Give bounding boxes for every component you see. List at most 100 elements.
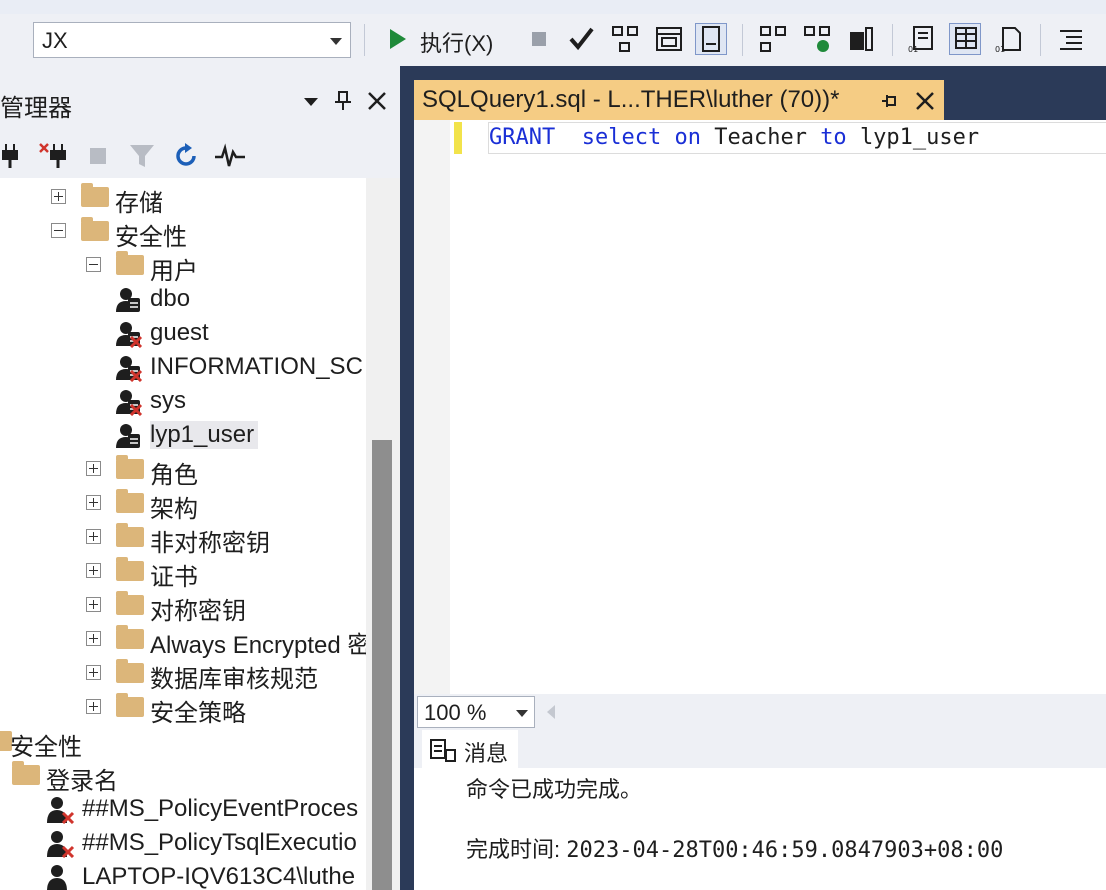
query-editor[interactable]: GRANT select on Teacher to lyp1_user: [414, 120, 1106, 694]
object-explorer-title: 管理器: [0, 95, 72, 122]
tree-folder-item[interactable]: 安全性: [0, 724, 366, 761]
expand-icon[interactable]: [86, 563, 101, 578]
tree-item-label: 用户: [150, 258, 198, 285]
close-tab-icon[interactable]: [914, 90, 936, 112]
code-keyword-on: on: [674, 125, 701, 150]
tree-scrollbar[interactable]: [366, 178, 400, 890]
tree-item-label: Always Encrypted 密钥: [150, 632, 366, 659]
menu-strip: [0, 0, 1106, 15]
tree-folder-item[interactable]: 证书: [0, 554, 366, 591]
zoom-value: 100 %: [424, 700, 487, 725]
stop-icon[interactable]: [88, 146, 108, 166]
filter-icon[interactable]: [128, 142, 156, 170]
database-value: JX: [42, 28, 68, 53]
include-actual-plan-icon[interactable]: [758, 24, 788, 54]
tree-user-item[interactable]: ##MS_PolicyEventProces: [0, 792, 366, 826]
database-selector[interactable]: JX: [33, 22, 351, 58]
panel-divider[interactable]: [400, 66, 414, 890]
tree-item-label: guest: [150, 319, 209, 346]
message-success: 命令已成功完成。: [466, 777, 643, 802]
change-indicator: [454, 122, 462, 154]
completion-time-value: 2023-04-28T00:46:59.0847903+08:00: [566, 838, 1004, 863]
intellisense-toggle-icon[interactable]: [695, 23, 727, 55]
tab-messages[interactable]: 消息: [422, 730, 518, 768]
estimated-plan-icon[interactable]: [610, 24, 640, 54]
object-explorer-header: 管理器: [0, 66, 400, 136]
tree-folder-item[interactable]: 存储: [0, 180, 366, 217]
stop-icon[interactable]: [524, 24, 554, 54]
user-icon: [114, 422, 144, 450]
scrollbar-thumb[interactable]: [372, 440, 392, 890]
chevron-down-icon: [516, 710, 528, 717]
tree-user-item[interactable]: sys: [0, 384, 366, 418]
pin-icon[interactable]: [880, 92, 898, 110]
tree-item-label: INFORMATION_SC: [150, 353, 363, 380]
folder-icon: [81, 217, 109, 241]
pin-icon[interactable]: [332, 90, 354, 112]
expand-icon[interactable]: [86, 665, 101, 680]
tree-folder-item[interactable]: 用户: [0, 248, 366, 285]
toolbar-separator: [1040, 24, 1041, 56]
tree-folder-item[interactable]: 安全性: [0, 214, 366, 251]
tree-folder-item[interactable]: 登录名: [0, 758, 366, 795]
completion-time-label: 完成时间:: [466, 837, 561, 862]
collapse-icon[interactable]: [86, 257, 101, 272]
results-to-grid-icon[interactable]: [949, 23, 981, 55]
tree-item-label: 安全性: [10, 734, 82, 761]
tree-user-item[interactable]: LAPTOP-IQV613C4\luthe: [0, 860, 366, 890]
results-to-file-icon[interactable]: 01: [994, 24, 1024, 54]
tree-folder-item[interactable]: 角色: [0, 452, 366, 489]
window-position-dropdown-icon[interactable]: [300, 90, 322, 112]
toolbar-separator: [892, 24, 893, 56]
folder-icon: [12, 761, 40, 785]
zoom-selector[interactable]: 100 %: [417, 696, 535, 728]
folder-icon: [81, 183, 109, 207]
client-statistics-icon[interactable]: [846, 24, 876, 54]
tree-folder-item[interactable]: 对称密钥: [0, 588, 366, 625]
expand-icon[interactable]: [86, 597, 101, 612]
tree-folder-item[interactable]: 安全策略: [0, 690, 366, 727]
disabled-user-icon: [46, 796, 76, 825]
tree-user-item[interactable]: lyp1_user: [0, 418, 366, 452]
execute-button[interactable]: 执行(X): [420, 26, 493, 58]
parse-check-icon[interactable]: [566, 24, 596, 54]
expand-icon[interactable]: [86, 495, 101, 510]
tab-sqlquery1[interactable]: SQLQuery1.sql - L...THER\luther (70))*: [414, 80, 944, 120]
disconnect-icon[interactable]: [38, 142, 72, 170]
refresh-icon[interactable]: [172, 142, 200, 170]
folder-icon: [116, 659, 144, 683]
tree-item-label: ##MS_PolicyEventProces: [82, 795, 359, 822]
tree-folder-item[interactable]: 数据库审核规范: [0, 656, 366, 693]
connect-icon[interactable]: [0, 142, 24, 170]
expand-icon[interactable]: [86, 529, 101, 544]
results-tab-bar: 消息: [414, 730, 1106, 768]
tree-user-item[interactable]: dbo: [0, 282, 366, 316]
comment-lines-icon[interactable]: [1056, 24, 1086, 54]
code-keyword-to: to: [820, 125, 847, 150]
execute-play-icon[interactable]: [382, 24, 412, 54]
expand-icon[interactable]: [51, 189, 66, 204]
tree-user-item[interactable]: guest: [0, 316, 366, 350]
results-to-text-icon[interactable]: 01: [906, 24, 936, 54]
expand-icon[interactable]: [86, 631, 101, 646]
chevron-down-icon: [330, 38, 342, 45]
tree-user-item[interactable]: INFORMATION_SC: [0, 350, 366, 384]
tab-messages-label: 消息: [464, 741, 509, 766]
query-options-icon[interactable]: [654, 24, 684, 54]
expand-icon[interactable]: [86, 699, 101, 714]
tree-folder-item[interactable]: 架构: [0, 486, 366, 523]
collapse-icon[interactable]: [51, 223, 66, 238]
tree-item-label: 架构: [150, 496, 198, 523]
tree-folder-item[interactable]: 非对称密钥: [0, 520, 366, 557]
live-stats-icon[interactable]: [802, 24, 832, 54]
tree-folder-item[interactable]: Always Encrypted 密钥: [0, 622, 366, 659]
code-keyword-grant: GRANT: [489, 125, 556, 150]
activity-monitor-icon[interactable]: [214, 142, 246, 170]
scroll-left-icon[interactable]: [544, 702, 558, 722]
expand-icon[interactable]: [86, 461, 101, 476]
tree-item-label: 证书: [150, 564, 198, 591]
close-icon[interactable]: [366, 90, 388, 112]
editor-zoom-bar: 100 %: [414, 694, 1106, 730]
code-line-1[interactable]: GRANT select on Teacher to lyp1_user: [488, 122, 1106, 154]
tree-user-item[interactable]: ##MS_PolicyTsqlExecutio: [0, 826, 366, 860]
